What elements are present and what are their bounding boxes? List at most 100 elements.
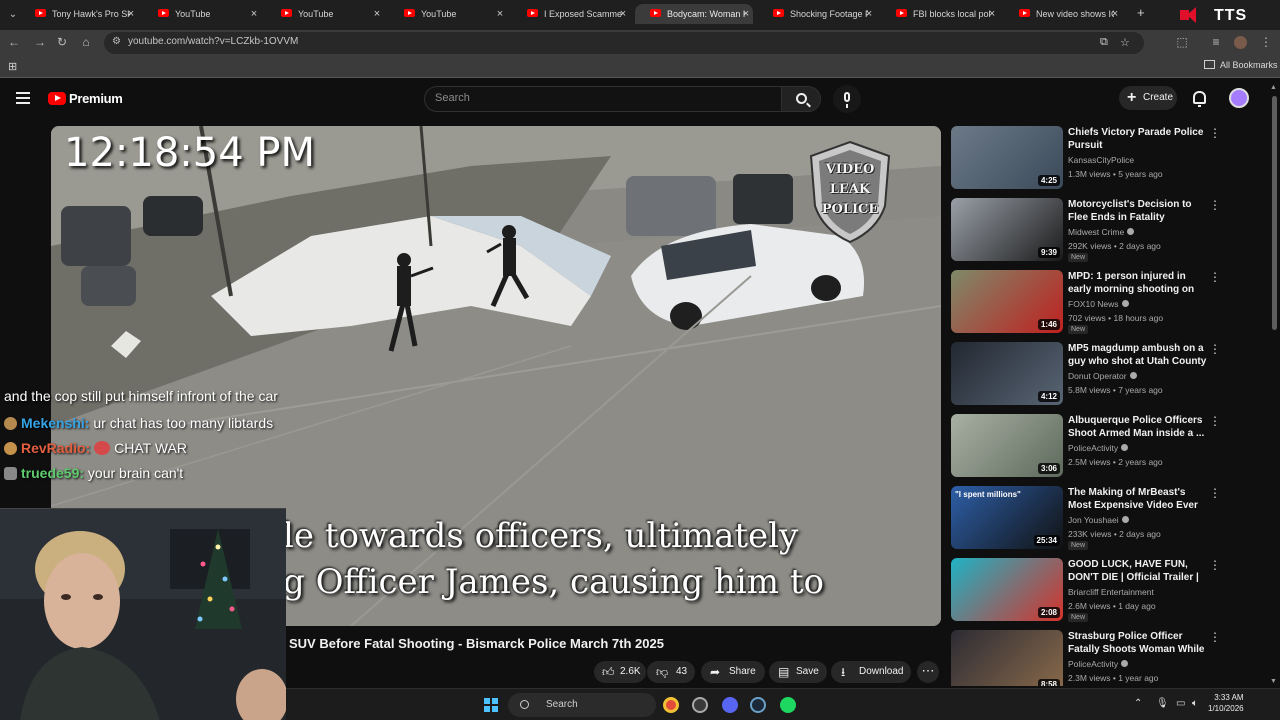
new-tab-button[interactable]: + <box>1137 5 1145 20</box>
download-button[interactable]: ⭳ Download <box>831 661 911 683</box>
youtube-logo-icon[interactable] <box>48 92 66 105</box>
page-scrollbar-thumb[interactable] <box>1272 96 1277 330</box>
more-options-icon[interactable]: ⋮ <box>1209 198 1221 212</box>
scroll-up-arrow-icon[interactable]: ▲ <box>1270 84 1277 91</box>
video-thumbnail[interactable]: 4:12 <box>951 342 1063 405</box>
tray-overflow-icon[interactable]: ⌃ <box>1134 698 1142 709</box>
close-tab-icon[interactable]: × <box>862 4 876 24</box>
recommendation-channel[interactable]: FOX10 News <box>1068 299 1129 309</box>
more-options-icon[interactable]: ⋮ <box>1209 558 1221 572</box>
omnibox[interactable]: ⚙ youtube.com/watch?v=LCZkb-1OVVM ☆ ⧉ <box>104 32 1144 54</box>
recommendation-title[interactable]: MPD: 1 person injured in early morning s… <box>1068 270 1208 296</box>
recommendation-title[interactable]: The Making of MrBeast's Most Expensive V… <box>1068 486 1208 512</box>
premium-logo-text[interactable]: Premium <box>69 91 123 106</box>
browser-tab[interactable]: YouTube × <box>266 4 384 24</box>
taskbar-search[interactable]: Search <box>508 693 656 717</box>
video-thumbnail[interactable]: 4:25 <box>951 126 1063 189</box>
recommendation-channel[interactable]: Briarcliff Entertainment <box>1068 587 1154 597</box>
video-thumbnail[interactable]: 9:39 <box>951 198 1063 261</box>
browser-tab[interactable]: YouTube × <box>389 4 507 24</box>
close-tab-icon[interactable]: × <box>247 4 261 24</box>
profile-avatar-icon[interactable] <box>1234 36 1247 49</box>
recommendation-channel[interactable]: Donut Operator <box>1068 371 1137 381</box>
close-tab-icon[interactable]: × <box>370 4 384 24</box>
video-thumbnail[interactable]: 3:06 <box>951 414 1063 477</box>
site-info-icon[interactable]: ⚙ <box>112 36 121 47</box>
close-tab-icon[interactable]: × <box>1108 4 1122 24</box>
search-input[interactable] <box>435 92 765 104</box>
close-tab-icon[interactable]: × <box>493 4 507 24</box>
chrome-menu-icon[interactable]: ⋮ <box>1258 34 1274 50</box>
recommendation-channel[interactable]: Midwest Crime <box>1068 227 1135 237</box>
browser-tab[interactable]: New video shows ICE× <box>1004 4 1122 24</box>
spotify-app-icon[interactable] <box>780 697 796 713</box>
close-tab-icon[interactable]: × <box>739 4 753 24</box>
microphone-tray-icon[interactable]: 🎙︎ <box>1156 698 1169 709</box>
share-button[interactable]: ➦ Share <box>701 661 765 683</box>
close-tab-icon[interactable]: × <box>985 4 999 24</box>
obs-app-icon[interactable] <box>692 697 708 713</box>
more-options-icon[interactable]: ⋮ <box>1209 414 1221 428</box>
bookmark-star-icon[interactable]: ☆ <box>1120 36 1130 49</box>
install-app-icon[interactable]: ⧉ <box>1100 36 1108 49</box>
notifications-bell-icon[interactable] <box>1193 91 1206 107</box>
search-box[interactable] <box>424 86 782 112</box>
all-bookmarks-button[interactable]: All Bookmarks <box>1204 60 1278 70</box>
apps-grid-icon[interactable]: ⊞ <box>8 60 17 73</box>
recommendation-channel[interactable]: KansasCityPolice <box>1068 155 1134 165</box>
network-icon[interactable]: ▭ <box>1176 698 1185 709</box>
recommendation-item[interactable]: 3:06 Albuquerque Police Officers Shoot Ar… <box>951 414 1267 478</box>
discord-app-icon[interactable] <box>722 697 738 713</box>
steam-app-icon[interactable] <box>750 697 766 713</box>
home-icon[interactable]: ⌂ <box>78 34 94 50</box>
volume-icon[interactable]: 🔈︎ <box>1192 698 1198 709</box>
like-button[interactable]: 👍︎ 2.6K <box>594 661 646 683</box>
browser-tab[interactable]: I Exposed Scammers × <box>512 4 630 24</box>
recommendation-title[interactable]: Motorcyclist's Decision to Flee Ends in … <box>1068 198 1208 224</box>
recommendation-item[interactable]: "I spent millions" 25:34 The Making of MrB… <box>951 486 1267 550</box>
more-options-icon[interactable]: ⋮ <box>1209 270 1221 284</box>
recommendation-title[interactable]: Chiefs Victory Parade Police Pursuit <box>1068 126 1208 152</box>
dislike-button[interactable]: 👎︎ 43 <box>647 661 695 683</box>
recommendation-title[interactable]: MP5 magdump ambush on a guy who shot at … <box>1068 342 1208 368</box>
recommendation-title[interactable]: Albuquerque Police Officers Shoot Armed … <box>1068 414 1208 440</box>
recommendation-channel[interactable]: Jon Youshaei <box>1068 515 1129 525</box>
recommendation-item[interactable]: 4:25 Chiefs Victory Parade Police Pursuit… <box>951 126 1267 190</box>
browser-tab[interactable]: Shocking Footage Fr × <box>758 4 876 24</box>
extensions-icon[interactable]: ⬚ <box>1174 34 1190 50</box>
recommendation-item[interactable]: 9:39 Motorcyclist's Decision to Flee Ends… <box>951 198 1267 262</box>
video-thumbnail[interactable]: 1:46 <box>951 270 1063 333</box>
recommendation-title[interactable]: GOOD LUCK, HAVE FUN, DON'T DIE | Officia… <box>1068 558 1208 584</box>
guide-menu-icon[interactable] <box>16 92 30 104</box>
back-icon[interactable]: ← <box>6 34 22 50</box>
save-button[interactable]: ▤ Save <box>769 661 827 683</box>
video-thumbnail[interactable]: "I spent millions" 25:34 <box>951 486 1063 549</box>
recommendation-title[interactable]: Strasburg Police Officer Fatally Shoots … <box>1068 630 1208 656</box>
video-thumbnail[interactable]: 8:58 <box>951 630 1063 686</box>
more-options-icon[interactable]: ⋮ <box>1209 486 1221 500</box>
create-button[interactable]: + Create <box>1119 86 1177 110</box>
browser-tab[interactable]: FBI blocks local polic × <box>881 4 999 24</box>
media-icon[interactable]: ≡ <box>1208 34 1224 50</box>
browser-tab[interactable]: YouTube × <box>143 4 261 24</box>
windows-start-icon[interactable] <box>484 698 498 712</box>
recommendation-item[interactable]: 1:46 MPD: 1 person injured in early morni… <box>951 270 1267 334</box>
recommendation-item[interactable]: 2:08 GOOD LUCK, HAVE FUN, DON'T DIE | Off… <box>951 558 1267 622</box>
browser-tab[interactable]: Bodycam: Woman H × <box>635 4 753 24</box>
url-text[interactable]: youtube.com/watch?v=LCZkb-1OVVM <box>128 36 298 47</box>
recommendation-channel[interactable]: PoliceActivity <box>1068 443 1129 453</box>
more-options-icon[interactable]: ⋮ <box>1209 126 1221 140</box>
recommendation-item[interactable]: 8:58 Strasburg Police Officer Fatally Sho… <box>951 630 1267 686</box>
recommendation-item[interactable]: 4:12 MP5 magdump ambush on a guy who shot… <box>951 342 1267 406</box>
forward-icon[interactable]: → <box>32 34 48 50</box>
account-avatar[interactable] <box>1229 88 1249 108</box>
more-options-icon[interactable]: ⋮ <box>1209 630 1221 644</box>
more-options-icon[interactable]: ⋮ <box>1209 342 1221 356</box>
close-tab-icon[interactable]: × <box>124 4 138 24</box>
recommendation-channel[interactable]: PoliceActivity <box>1068 659 1129 669</box>
browser-tab[interactable]: Tony Hawk's Pro Skat× <box>20 4 138 24</box>
more-actions-icon[interactable]: ⋯ <box>917 661 939 683</box>
chrome-app-icon[interactable] <box>663 697 679 713</box>
voice-search-button[interactable] <box>833 85 861 113</box>
reload-icon[interactable]: ↻ <box>54 34 70 50</box>
